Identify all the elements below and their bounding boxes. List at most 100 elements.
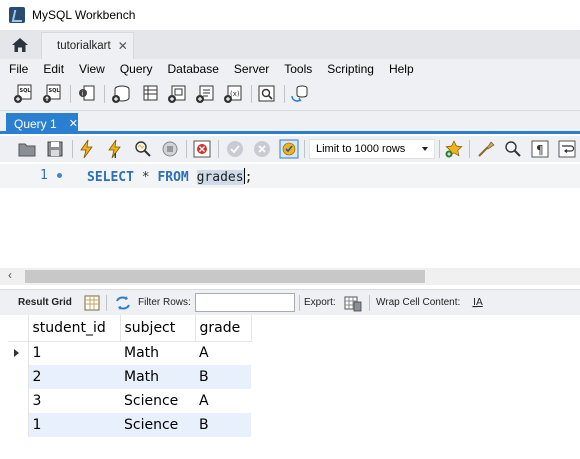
sql-editor[interactable]: 1 SELECT * FROM grades; (0, 162, 580, 268)
toggle-error-icon[interactable] (192, 139, 212, 159)
menu-scripting[interactable]: Scripting (319, 62, 381, 76)
save-file-icon[interactable] (45, 139, 65, 159)
scrollbar-thumb[interactable] (25, 270, 425, 283)
query-tab-bar: Query 1 ✕ (0, 111, 580, 134)
toolbar-separator (299, 295, 300, 311)
cell-subject[interactable]: Math (120, 341, 195, 365)
filter-rows-input[interactable] (195, 293, 295, 312)
cell-subject[interactable]: Science (120, 389, 195, 413)
execute-icon[interactable] (77, 139, 97, 159)
row-header[interactable] (8, 389, 29, 413)
result-grid: student_id subject grade 1 Math A 2 Math… (8, 315, 252, 437)
cell-subject[interactable]: Science (120, 413, 195, 437)
menu-edit[interactable]: Edit (35, 62, 71, 76)
toolbar-separator (104, 85, 105, 103)
find-icon[interactable] (503, 139, 523, 159)
invisible-chars-icon[interactable]: ¶ (530, 139, 550, 159)
table-row[interactable]: 2 Math B (8, 365, 251, 389)
toolbar-separator (439, 140, 440, 158)
add-snippet-icon[interactable] (444, 139, 464, 159)
autocommit-icon[interactable] (279, 139, 299, 159)
result-toolbar: Result Grid Filter Rows: Export: Wrap Ce… (0, 289, 580, 315)
new-sql-tab-icon[interactable]: SQL (13, 84, 33, 104)
cell-student-id[interactable]: 1 (28, 341, 120, 365)
cell-grade[interactable]: B (195, 365, 251, 389)
stop-icon[interactable] (160, 139, 180, 159)
table-row[interactable]: 3 Science A (8, 389, 251, 413)
query-tab-close-icon[interactable]: ✕ (69, 117, 78, 130)
column-header-subject[interactable]: subject (120, 315, 196, 342)
execute-current-icon[interactable]: I (105, 139, 125, 159)
statement-marker-icon (57, 173, 62, 178)
menu-file[interactable]: File (0, 62, 35, 76)
current-row-arrow-icon (14, 349, 19, 358)
toolbar-separator (469, 140, 470, 158)
commit-icon[interactable] (225, 139, 245, 159)
sql-code-line[interactable]: SELECT * FROM grades; (87, 168, 252, 185)
cell-grade[interactable]: A (195, 341, 251, 365)
create-table-icon[interactable] (139, 84, 159, 104)
cell-grade[interactable]: A (195, 389, 251, 413)
open-sql-script-icon[interactable]: SQL (42, 84, 62, 104)
row-header[interactable] (8, 365, 29, 389)
open-file-icon[interactable] (17, 139, 37, 159)
result-grid-tab[interactable]: Result Grid (18, 297, 72, 308)
toolbar-separator (72, 140, 73, 158)
cell-grade[interactable]: B (195, 413, 251, 437)
line-number: 1 (40, 168, 48, 183)
toolbar-separator (284, 85, 285, 103)
create-schema-icon[interactable] (111, 84, 131, 104)
connection-tab-strip: tutorialkart ✕ (0, 30, 580, 59)
table-row[interactable]: 1 Science B (8, 413, 251, 437)
query-tab-label: Query 1 (14, 116, 57, 131)
result-grid-icon[interactable] (84, 295, 100, 311)
create-view-icon[interactable] (167, 84, 187, 104)
column-header-student-id[interactable]: student_id (28, 315, 121, 342)
menu-tools[interactable]: Tools (276, 62, 319, 76)
create-function-icon[interactable]: (x) (223, 84, 243, 104)
title-bar: MySQL Workbench (0, 0, 580, 30)
row-header-corner (8, 315, 29, 342)
export-icon[interactable] (344, 294, 362, 312)
export-label: Export: (304, 297, 336, 308)
menu-server[interactable]: Server (226, 62, 276, 76)
connection-tab[interactable]: tutorialkart ✕ (41, 32, 134, 59)
row-header[interactable] (8, 413, 29, 437)
menu-view[interactable]: View (71, 62, 112, 76)
menu-database[interactable]: Database (160, 62, 226, 76)
column-header-grade[interactable]: grade (195, 315, 252, 342)
menu-help[interactable]: Help (381, 62, 421, 76)
cell-student-id[interactable]: 2 (28, 365, 120, 389)
refresh-icon[interactable] (114, 295, 132, 311)
query-tab[interactable]: Query 1 ✕ (6, 113, 78, 134)
connection-tab-close-icon[interactable]: ✕ (118, 39, 128, 53)
row-header[interactable] (8, 341, 29, 365)
toolbar-separator (70, 85, 71, 103)
beautify-icon[interactable] (476, 139, 496, 159)
svg-text:I: I (114, 152, 117, 159)
main-toolbar: SQL SQL i (x) (0, 79, 580, 111)
inspector-icon[interactable]: i (77, 84, 97, 104)
explain-icon[interactable] (133, 139, 153, 159)
wrap-cell-content-icon[interactable]: I̲A (473, 297, 483, 308)
sql-table-name: grades (196, 170, 244, 185)
menu-query[interactable]: Query (112, 62, 160, 76)
toolbar-separator (304, 140, 305, 158)
create-procedure-icon[interactable] (195, 84, 215, 104)
word-wrap-icon[interactable] (557, 139, 577, 159)
scroll-left-icon[interactable]: ‹ (8, 268, 12, 282)
editor-horizontal-scrollbar[interactable]: ‹ (0, 268, 580, 285)
cell-student-id[interactable]: 1 (28, 413, 120, 437)
table-row[interactable]: 1 Math A (8, 341, 251, 365)
cell-subject[interactable]: Math (120, 365, 195, 389)
toolbar-separator (369, 295, 370, 311)
cell-student-id[interactable]: 3 (28, 389, 120, 413)
sql-keyword-select: SELECT (87, 170, 134, 185)
limit-rows-select[interactable]: Limit to 1000 rows (309, 139, 435, 159)
search-table-data-icon[interactable] (257, 84, 277, 104)
svg-text:(x): (x) (230, 90, 240, 98)
reconnect-icon[interactable] (290, 84, 310, 104)
svg-text:SQL: SQL (20, 88, 32, 94)
home-tab[interactable] (0, 30, 40, 59)
rollback-icon[interactable] (252, 139, 272, 159)
